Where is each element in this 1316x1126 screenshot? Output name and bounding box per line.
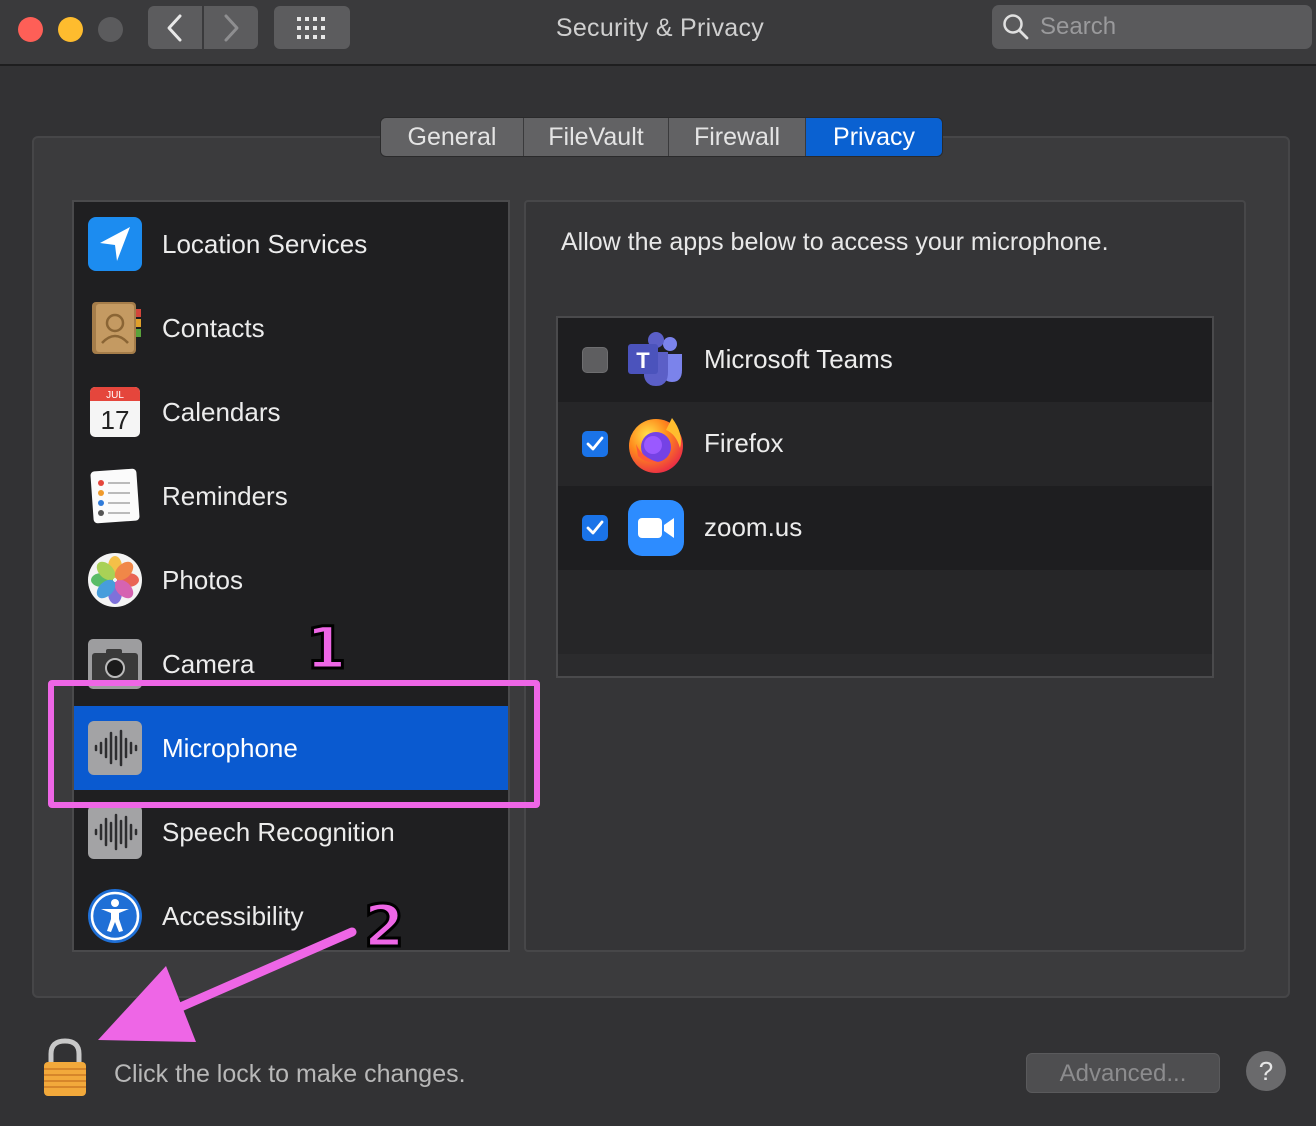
advanced-button[interactable]: Advanced... [1026, 1053, 1220, 1093]
category-label: Contacts [162, 312, 265, 343]
category-contacts[interactable]: Contacts [74, 286, 508, 370]
category-label: Location Services [162, 228, 368, 259]
app-list-footer [558, 654, 1212, 676]
search-field[interactable] [992, 5, 1312, 49]
app-name: Microsoft Teams [704, 344, 893, 374]
app-row-microsoft-teams[interactable]: T Microsoft Teams [558, 318, 1212, 402]
speech-waveform-icon [88, 805, 142, 859]
lock-hint-text: Click the lock to make changes. [114, 1060, 466, 1088]
category-label: Accessibility [162, 900, 304, 931]
tab-privacy[interactable]: Privacy [806, 118, 942, 156]
app-name: zoom.us [704, 512, 803, 542]
calendar-day-text: 17 [101, 405, 130, 435]
tab-bar: General FileVault Firewall Privacy [380, 117, 943, 157]
teams-letter: T [636, 348, 650, 373]
category-calendars[interactable]: JUL 17 Calendars [74, 370, 508, 454]
app-row-empty [558, 570, 1212, 654]
photos-flower-icon [88, 553, 142, 607]
tab-filevault[interactable]: FileVault [524, 118, 669, 156]
title-bar: Security & Privacy [0, 0, 1316, 66]
category-label: Speech Recognition [162, 816, 395, 847]
category-label: Calendars [162, 396, 281, 427]
reminders-list-icon [90, 468, 140, 524]
checkmark-icon [586, 436, 604, 451]
app-row-firefox[interactable]: Firefox [558, 402, 1212, 486]
pane-description: Allow the apps below to access your micr… [561, 228, 1109, 256]
checkmark-icon [586, 520, 604, 535]
microphone-highlight-box [48, 680, 540, 808]
app-name: Firefox [704, 428, 784, 458]
contacts-book-icon [92, 302, 141, 354]
help-button[interactable]: ? [1246, 1051, 1286, 1091]
firefox-icon [629, 418, 683, 473]
search-icon [1003, 14, 1029, 40]
calendar-month-text: JUL [106, 390, 124, 401]
category-reminders[interactable]: Reminders [74, 454, 508, 538]
firefox-checkbox[interactable] [582, 431, 608, 457]
category-photos[interactable]: Photos [74, 538, 508, 622]
category-accessibility[interactable]: Accessibility [74, 874, 508, 950]
location-arrow-icon [88, 217, 142, 271]
search-input[interactable] [1038, 12, 1302, 42]
step-1-marker: 1 [304, 613, 347, 684]
app-row-zoom[interactable]: zoom.us [558, 486, 1212, 570]
accessibility-person-icon [88, 889, 142, 943]
lock-icon[interactable] [40, 1038, 90, 1098]
category-label: Reminders [162, 480, 288, 511]
category-label: Camera [162, 648, 255, 679]
tab-firewall[interactable]: Firewall [669, 118, 806, 156]
zoom-checkbox[interactable] [582, 515, 608, 541]
step-2-marker: 2 [362, 891, 405, 962]
microsoft-teams-icon: T [628, 332, 682, 386]
privacy-category-list[interactable]: Location Services Contacts JUL 17 Calend… [72, 200, 510, 952]
category-location-services[interactable]: Location Services [74, 202, 508, 286]
category-label: Photos [162, 564, 243, 595]
tab-general[interactable]: General [381, 118, 524, 156]
zoom-camera-icon [628, 500, 684, 556]
app-permission-list[interactable]: T Microsoft Teams Firefox zoom.us [556, 316, 1214, 678]
calendar-icon: JUL 17 [90, 387, 140, 437]
microsoft-teams-checkbox[interactable] [582, 347, 608, 373]
